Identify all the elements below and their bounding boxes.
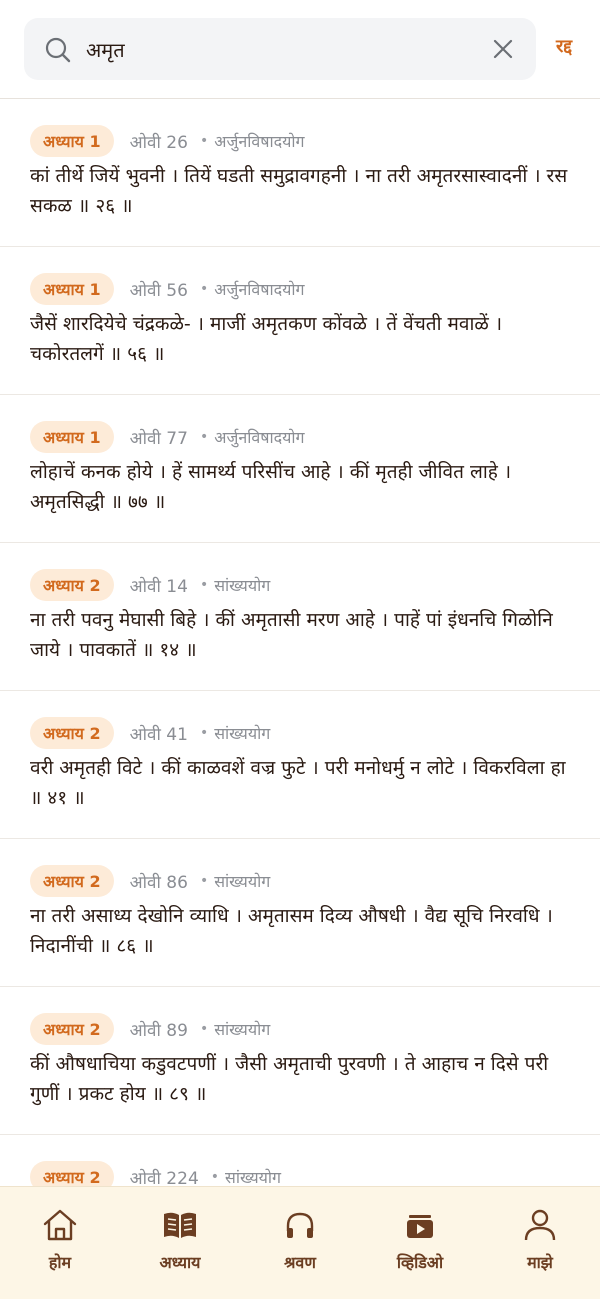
bottom-nav: होम अध्याय श्रवण व्हिडिओ माझे (0, 1186, 600, 1299)
search-input[interactable] (86, 32, 486, 66)
result-meta: अध्याय 2 ओवी 14 • सांख्ययोग (30, 569, 271, 601)
verse-text: ना तरी असाध्य देखोनि व्याधि । अमृतासम दि… (30, 905, 553, 957)
result-meta: अध्याय 2 ओवी 89 • सांख्ययोग (30, 1013, 271, 1045)
cancel-button[interactable]: रद्द (556, 34, 572, 58)
chapter-badge: अध्याय 2 (30, 717, 114, 749)
nav-videos[interactable]: व्हिडिओ (370, 1187, 470, 1299)
search-icon (45, 37, 71, 63)
nav-home-label: होम (48, 1253, 72, 1272)
separator-dot: • (199, 873, 209, 889)
chapter-badge: अध्याय 1 (30, 273, 114, 305)
result-meta: अध्याय 1 ओवी 77 • अर्जुनविषादयोग (30, 421, 305, 453)
chapter-badge: अध्याय 1 (30, 421, 114, 453)
result-meta: अध्याय 1 ओवी 56 • अर्जुनविषादयोग (30, 273, 305, 305)
separator-dot: • (199, 725, 209, 741)
chapter-name: सांख्ययोग (225, 1168, 282, 1187)
chapter-badge: अध्याय 2 (30, 569, 114, 601)
chapter-name: सांख्ययोग (214, 1020, 271, 1039)
search-header: रद्द (0, 0, 600, 99)
separator-dot: • (210, 1169, 220, 1185)
nav-listen[interactable]: श्रवण (250, 1187, 350, 1299)
separator-dot: • (199, 1021, 209, 1037)
ovi-number: ओवी 89 (129, 1020, 188, 1041)
chapter-name: सांख्ययोग (214, 872, 271, 891)
ovi-number: ओवी 26 (129, 132, 188, 153)
chapter-name: अर्जुनविषादयोग (214, 280, 305, 299)
nav-videos-label: व्हिडिओ (396, 1253, 444, 1272)
list-item[interactable]: अध्याय 2 ओवी 14 • सांख्ययोग ना तरी पवनु … (0, 543, 600, 691)
list-item[interactable]: अध्याय 1 ओवी 26 • अर्जुनविषादयोग कां तीर… (0, 99, 600, 247)
separator-dot: • (199, 281, 209, 297)
verse-text: जैसें शारदियेचे चंद्रकळे- । माजीं अमृतकण… (30, 313, 503, 365)
result-meta: अध्याय 1 ओवी 26 • अर्जुनविषादयोग (30, 125, 305, 157)
verse-text: वरी अमृतही विटे । कीं काळवशें वज्र फुटे … (30, 757, 566, 809)
headphones-icon (286, 1212, 314, 1238)
ovi-number: ओवी 77 (129, 428, 188, 449)
separator-dot: • (199, 429, 209, 445)
result-meta: अध्याय 2 ओवी 41 • सांख्ययोग (30, 717, 271, 749)
separator-dot: • (199, 133, 209, 149)
list-item[interactable]: अध्याय 1 ओवी 56 • अर्जुनविषादयोग जैसें श… (0, 247, 600, 395)
chapter-name: अर्जुनविषादयोग (214, 428, 305, 447)
search-bar[interactable] (24, 18, 536, 80)
chapter-badge: अध्याय 2 (30, 865, 114, 897)
chapter-name: सांख्ययोग (214, 724, 271, 743)
verse-text: लोहाचें कनक होये । हें सामर्थ्य परिसींच … (30, 461, 512, 513)
clear-icon[interactable] (492, 38, 514, 60)
home-icon (43, 1209, 77, 1241)
ovi-number: ओवी 14 (129, 576, 188, 597)
nav-profile-label: माझे (527, 1253, 553, 1272)
book-icon (164, 1212, 196, 1238)
ovi-number: ओवी 86 (129, 872, 188, 893)
user-icon (524, 1209, 556, 1241)
ovi-number: ओवी 56 (129, 280, 188, 301)
video-icon (407, 1215, 433, 1238)
list-item[interactable]: अध्याय 1 ओवी 77 • अर्जुनविषादयोग लोहाचें… (0, 395, 600, 543)
nav-listen-label: श्रवण (284, 1253, 316, 1272)
chapter-name: सांख्ययोग (214, 576, 271, 595)
nav-chapters-label: अध्याय (159, 1253, 201, 1272)
chapter-name: अर्जुनविषादयोग (214, 132, 305, 151)
list-item[interactable]: अध्याय 2 ओवी 41 • सांख्ययोग वरी अमृतही व… (0, 691, 600, 839)
verse-text: ना तरी पवनु मेघासी बिहे । कीं अमृतासी मर… (30, 609, 553, 661)
verse-text: कीं औषधाचिया कडुवटपणीं । जैसी अमृताची पु… (30, 1053, 549, 1105)
ovi-number: ओवी 41 (129, 724, 188, 745)
search-results-list: अध्याय 1 ओवी 26 • अर्जुनविषादयोग कां तीर… (0, 99, 600, 1283)
nav-home[interactable]: होम (10, 1187, 110, 1299)
list-item[interactable]: अध्याय 2 ओवी 86 • सांख्ययोग ना तरी असाध्… (0, 839, 600, 987)
separator-dot: • (199, 577, 209, 593)
nav-chapters[interactable]: अध्याय (130, 1187, 230, 1299)
result-meta: अध्याय 2 ओवी 86 • सांख्ययोग (30, 865, 271, 897)
list-item[interactable]: अध्याय 2 ओवी 89 • सांख्ययोग कीं औषधाचिया… (0, 987, 600, 1135)
nav-profile[interactable]: माझे (490, 1187, 590, 1299)
chapter-badge: अध्याय 1 (30, 125, 114, 157)
chapter-badge: अध्याय 2 (30, 1013, 114, 1045)
verse-text: कां तीर्थे जियें भुवनी । तियें घडती समुद… (30, 165, 568, 217)
